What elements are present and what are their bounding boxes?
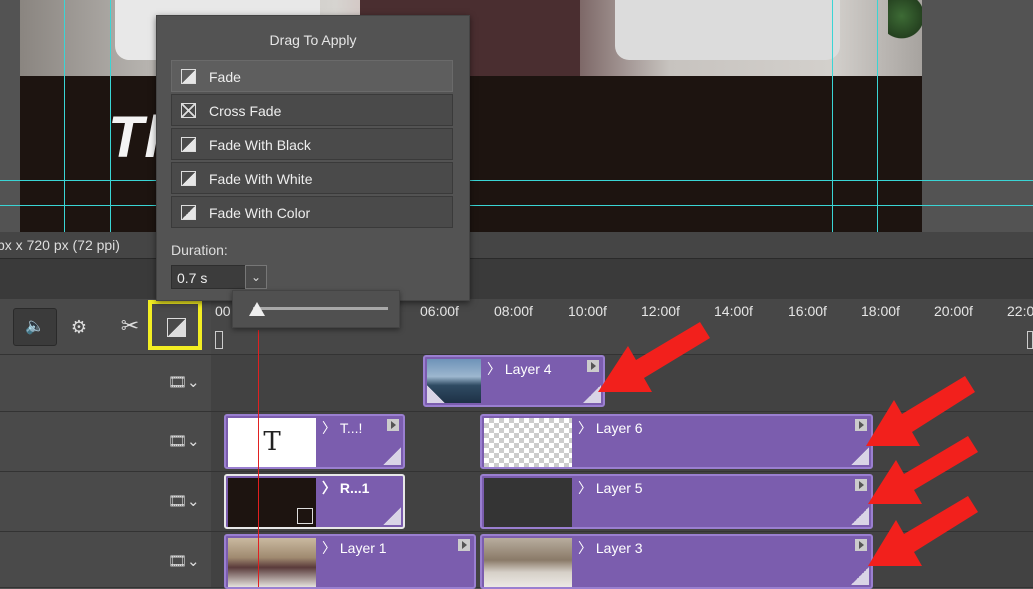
annotation-arrows xyxy=(598,322,978,566)
red-arrow-icon xyxy=(598,322,978,566)
red-arrow-icon xyxy=(866,376,975,446)
red-arrow-icon xyxy=(598,322,710,392)
red-arrow-icon xyxy=(868,436,978,504)
red-arrow-icon xyxy=(868,496,978,566)
